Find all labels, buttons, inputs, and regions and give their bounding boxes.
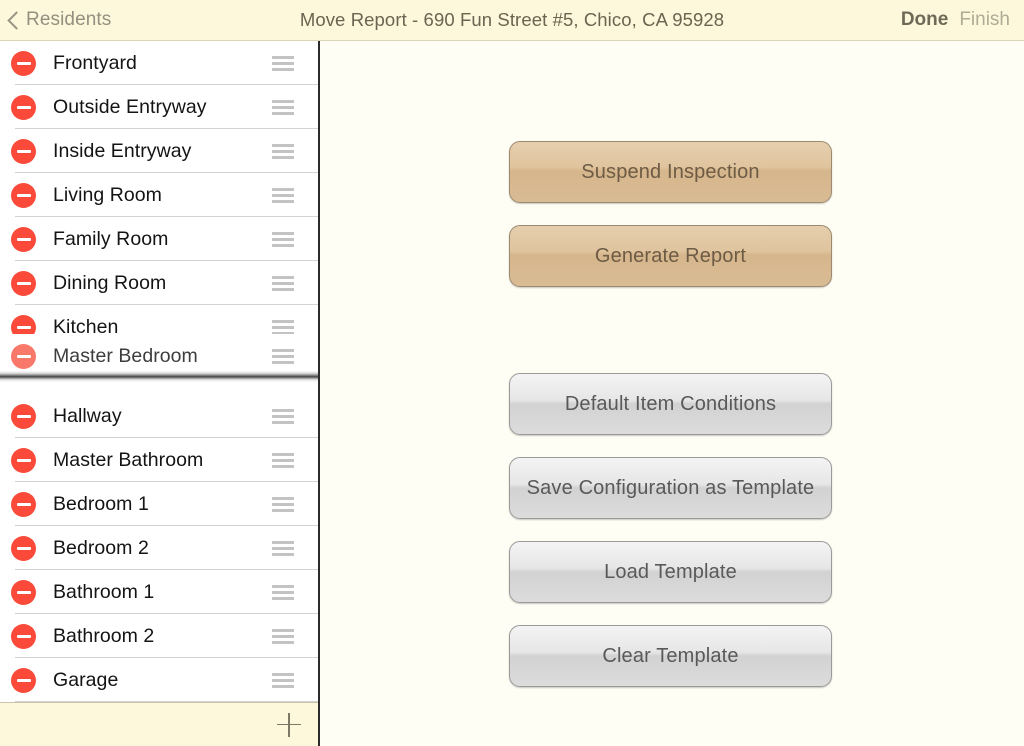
room-list-item[interactable]: Master Bathroom: [0, 438, 318, 482]
drag-handle-icon[interactable]: [272, 584, 294, 600]
minus-circle-icon[interactable]: [11, 491, 36, 517]
button-label: Save Configuration as Template: [526, 476, 815, 499]
room-name-label: Living Room: [53, 183, 162, 206]
drag-handle-icon[interactable]: [272, 143, 294, 159]
room-list-item[interactable]: Frontyard: [0, 41, 318, 85]
button-label: Generate Report: [594, 244, 747, 267]
dragging-group[interactable]: Kitchen Master Bedroom: [0, 305, 318, 378]
minus-circle-icon[interactable]: [11, 270, 36, 296]
room-list-item[interactable]: Living Room: [0, 173, 318, 217]
minus-circle-icon[interactable]: [11, 343, 36, 369]
page-title: Move Report - 690 Fun Street #5, Chico, …: [299, 9, 725, 30]
room-list-item[interactable]: Dining Room: [0, 261, 318, 305]
drag-handle-icon[interactable]: [272, 408, 294, 424]
suspend-inspection-button[interactable]: Suspend Inspection: [509, 141, 832, 203]
room-list-item[interactable]: Inside Entryway: [0, 129, 318, 173]
room-name-label: Frontyard: [53, 51, 137, 74]
header-actions: Done Finish: [901, 0, 1010, 40]
room-list-item[interactable]: Family Room: [0, 217, 318, 261]
room-list-item[interactable]: Hallway: [0, 394, 318, 438]
drag-handle-icon[interactable]: [272, 231, 294, 247]
rooms-sidebar: Frontyard Outside Entryway Inside Entryway…: [0, 41, 320, 746]
default-item-conditions-button[interactable]: Default Item Conditions: [509, 373, 832, 435]
room-name-label: Garage: [53, 668, 119, 691]
room-list-item[interactable]: Bedroom 1: [0, 482, 318, 526]
clear-template-button[interactable]: Clear Template: [509, 625, 832, 687]
navigation-bar: Residents Move Report - 690 Fun Street #…: [0, 0, 1024, 41]
chevron-left-icon: [8, 11, 19, 30]
room-list-item[interactable]: Garage: [0, 658, 318, 702]
drag-handle-icon[interactable]: [272, 187, 294, 203]
minus-circle-icon[interactable]: [11, 667, 36, 693]
room-name-label: Hallway: [53, 404, 122, 427]
back-to-residents-button[interactable]: Residents: [8, 0, 111, 40]
minus-circle-icon[interactable]: [11, 447, 36, 473]
drag-handle-icon[interactable]: [272, 540, 294, 556]
room-name-label: Inside Entryway: [53, 139, 192, 162]
button-label: Default Item Conditions: [564, 392, 777, 415]
finish-button[interactable]: Finish: [959, 9, 1010, 31]
minus-circle-icon[interactable]: [11, 623, 36, 649]
save-configuration-as-template-button[interactable]: Save Configuration as Template: [509, 457, 832, 519]
load-template-button[interactable]: Load Template: [509, 541, 832, 603]
minus-circle-icon[interactable]: [11, 138, 36, 164]
minus-circle-icon[interactable]: [11, 182, 36, 208]
minus-circle-icon[interactable]: [11, 403, 36, 429]
drag-handle-icon[interactable]: [272, 628, 294, 644]
app-root: Residents Move Report - 690 Fun Street #…: [0, 0, 1024, 746]
drag-drop-shadow: [0, 371, 318, 382]
room-name-label: Family Room: [53, 227, 169, 250]
room-list-item[interactable]: Outside Entryway: [0, 85, 318, 129]
room-name-label: Outside Entryway: [53, 95, 207, 118]
plus-icon[interactable]: [277, 712, 301, 737]
drag-handle-icon[interactable]: [272, 452, 294, 468]
back-button-label: Residents: [26, 9, 112, 30]
room-name-label: Master Bathroom: [53, 448, 204, 471]
drag-handle-icon[interactable]: [272, 496, 294, 512]
minus-circle-icon[interactable]: [11, 226, 36, 252]
minus-circle-icon[interactable]: [11, 535, 36, 561]
drag-handle-icon[interactable]: [272, 55, 294, 71]
done-button[interactable]: Done: [901, 9, 949, 31]
room-name-label: Bathroom 2: [53, 624, 155, 647]
button-label: Suspend Inspection: [581, 160, 760, 183]
minus-circle-icon[interactable]: [11, 579, 36, 605]
drag-handle-icon[interactable]: [272, 99, 294, 115]
room-name-label: Dining Room: [53, 271, 167, 294]
room-list-item[interactable]: Bedroom 2: [0, 526, 318, 570]
room-name-label: Bedroom 1: [53, 492, 149, 515]
sidebar-footer: [0, 702, 318, 746]
drag-handle-icon[interactable]: [272, 319, 294, 335]
minus-circle-icon[interactable]: [11, 50, 36, 76]
drag-handle-icon[interactable]: [272, 275, 294, 291]
button-label: Clear Template: [602, 644, 739, 667]
room-list-item[interactable]: Bathroom 2: [0, 614, 318, 658]
generate-report-button[interactable]: Generate Report: [509, 225, 832, 287]
report-actions-panel: Suspend Inspection Generate Report Default…: [322, 41, 1024, 746]
room-name-label: Master Bedroom: [53, 344, 198, 367]
button-label: Load Template: [604, 560, 737, 583]
minus-circle-icon[interactable]: [11, 94, 36, 120]
drag-handle-icon[interactable]: [272, 348, 294, 364]
room-list-item[interactable]: Bathroom 1: [0, 570, 318, 614]
drag-handle-icon[interactable]: [272, 672, 294, 688]
room-name-label: Bathroom 1: [53, 580, 155, 603]
room-name-label: Bedroom 2: [53, 536, 149, 559]
